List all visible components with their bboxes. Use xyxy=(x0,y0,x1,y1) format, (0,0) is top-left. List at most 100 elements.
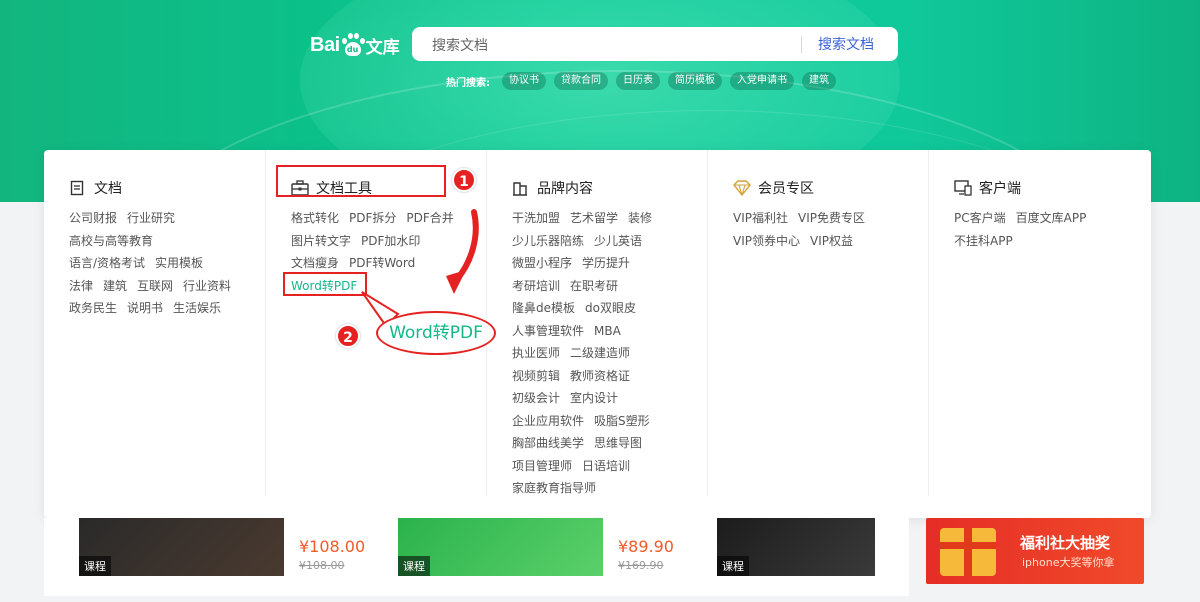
diamond-icon xyxy=(733,180,751,197)
menu-link[interactable]: 教师资格证 xyxy=(570,369,630,383)
menu-link[interactable]: VIP福利社 xyxy=(733,211,788,225)
column-title: 客户端 xyxy=(979,181,1021,197)
menu-link[interactable]: 文档瘦身 xyxy=(291,256,339,270)
menu-link[interactable]: 行业资料 xyxy=(183,279,231,293)
column-header[interactable]: 会员专区 xyxy=(733,178,814,198)
course-tag: 课程 xyxy=(398,556,430,576)
menu-link[interactable]: VIP权益 xyxy=(810,234,853,248)
course-thumbnail[interactable]: 课程 xyxy=(717,518,875,576)
menu-link[interactable]: 项目管理师 xyxy=(512,459,572,473)
menu-link[interactable]: 思维导图 xyxy=(594,436,642,450)
category-dropdown-menu: 文档 公司财报 行业研究 高校与高等教育 语言/资格考试 实用模板 法律 建筑 互联网行… xyxy=(44,150,1151,518)
menu-link[interactable]: PC客户端 xyxy=(954,211,1006,225)
column-header[interactable]: 客户端 xyxy=(954,178,1021,198)
logo-wenku: 文库 xyxy=(365,37,400,58)
course-price: ¥108.00 xyxy=(299,537,366,556)
menu-link[interactable]: 行业研究 xyxy=(127,211,175,225)
hot-search-chip[interactable]: 贷款合同 xyxy=(554,72,608,90)
promo-title: 福利社大抽奖 xyxy=(1020,534,1111,552)
menu-column-client: 客户端 PC客户端 百度文库APP 不挂科APP xyxy=(928,150,1150,496)
hot-searches-label: 热门搜索: xyxy=(446,77,490,89)
link-list: 公司财报 行业研究 高校与高等教育 语言/资格考试 实用模板 法律 建筑 互联网 行业资料… xyxy=(69,207,241,320)
menu-link[interactable]: 企业应用软件 xyxy=(512,414,584,428)
menu-link[interactable]: 微盟小程序 xyxy=(512,256,572,270)
hot-search-chip[interactable]: 简历模板 xyxy=(668,72,722,90)
menu-link[interactable]: PDF拆分 xyxy=(349,211,396,225)
promo-subtitle: iphone大奖等你拿 xyxy=(1022,556,1115,569)
menu-link[interactable]: 政务民生 xyxy=(69,301,117,315)
menu-link[interactable]: 胸部曲线美学 xyxy=(512,436,584,450)
menu-link[interactable]: 公司财报 xyxy=(69,211,117,225)
annotation-highlight-box xyxy=(283,272,367,296)
course-tag: 课程 xyxy=(79,556,111,576)
menu-link[interactable]: 语言/资格考试 xyxy=(69,256,145,270)
menu-link[interactable]: 初级会计 xyxy=(512,391,560,405)
menu-link[interactable]: 实用模板 xyxy=(155,256,203,270)
menu-column-docs: 文档 公司财报 行业研究 高校与高等教育 语言/资格考试 实用模板 法律 建筑 互联网行… xyxy=(44,150,266,496)
menu-link[interactable]: 法律 xyxy=(69,279,93,293)
hot-search-chip[interactable]: 协议书 xyxy=(502,72,546,90)
menu-link[interactable]: 隆鼻de模板 xyxy=(512,301,575,315)
menu-link[interactable]: 生活娱乐 xyxy=(173,301,221,315)
lottery-promo-banner[interactable]: 福利社大抽奖 iphone大奖等你拿 xyxy=(926,518,1144,584)
annotation-step-badge: 2 xyxy=(336,324,360,348)
search-button[interactable]: 搜索文档 xyxy=(818,34,874,54)
menu-link[interactable]: 百度文库APP xyxy=(1016,211,1087,225)
course-price: ¥89.90 xyxy=(618,537,674,556)
baidu-wenku-logo[interactable]: Bai du 文库 xyxy=(310,30,400,60)
menu-link[interactable]: 高校与高等教育 xyxy=(69,234,153,248)
menu-link[interactable]: 视频剪辑 xyxy=(512,369,560,383)
menu-link[interactable]: 说明书 xyxy=(127,301,163,315)
course-original-price: ¥169.90 xyxy=(618,559,664,572)
menu-link[interactable]: 互联网 xyxy=(137,279,173,293)
menu-link[interactable]: 人事管理软件 xyxy=(512,324,584,338)
document-icon xyxy=(69,180,85,196)
search-input[interactable]: 搜索文档 xyxy=(432,35,488,55)
course-tag: 课程 xyxy=(717,556,749,576)
hot-search-chip[interactable]: 入党申请书 xyxy=(730,72,794,90)
menu-link[interactable]: 日语培训 xyxy=(582,459,630,473)
menu-link[interactable]: 考研培训 xyxy=(512,279,560,293)
link-list: PC客户端 百度文库APP 不挂科APP xyxy=(954,207,1096,252)
search-bar: 搜索文档 搜索文档 xyxy=(412,27,898,61)
menu-link[interactable]: VIP免费专区 xyxy=(798,211,865,225)
menu-link[interactable]: 格式转化 xyxy=(291,211,339,225)
hot-searches: 热门搜索: 协议书 贷款合同 日历表 简历模板 入党申请书 建筑 xyxy=(446,72,844,90)
menu-column-vip: 会员专区 VIP福利社 VIP免费专区 VIP领券中心 VIP权益 xyxy=(707,150,929,496)
menu-link[interactable]: VIP领券中心 xyxy=(733,234,800,248)
menu-link[interactable]: 二级建造师 xyxy=(570,346,630,360)
menu-link[interactable]: 执业医师 xyxy=(512,346,560,360)
annotation-callout-bubble: Word转PDF xyxy=(376,311,496,355)
menu-link[interactable]: 吸脂S塑形 xyxy=(594,414,650,428)
column-title: 文档 xyxy=(94,181,122,197)
link-list: VIP福利社 VIP免费专区 VIP领券中心 VIP权益 xyxy=(733,207,875,252)
course-thumbnail[interactable]: 课程 xyxy=(79,518,284,576)
search-divider xyxy=(801,36,802,53)
annotation-highlight-box xyxy=(276,165,446,197)
link-list: 干洗加盟 艺术留学 装修 少儿乐器陪练 少儿英语 微盟小程序 学历提升 考研培训 在职考研… xyxy=(512,207,662,500)
hot-search-chip[interactable]: 建筑 xyxy=(802,72,836,90)
menu-link[interactable]: PDF加水印 xyxy=(361,234,420,248)
menu-link[interactable]: MBA xyxy=(594,324,621,338)
menu-link[interactable]: 装修 xyxy=(628,211,652,225)
menu-link[interactable]: 建筑 xyxy=(103,279,127,293)
menu-link[interactable]: 少儿英语 xyxy=(594,234,642,248)
menu-link[interactable]: 室内设计 xyxy=(570,391,618,405)
column-title: 品牌内容 xyxy=(537,181,593,197)
annotation-arrow-icon xyxy=(446,209,479,294)
menu-link[interactable]: 在职考研 xyxy=(570,279,618,293)
menu-link[interactable]: 艺术留学 xyxy=(570,211,618,225)
menu-link[interactable]: do双眼皮 xyxy=(585,301,636,315)
menu-link[interactable]: 图片转文字 xyxy=(291,234,351,248)
menu-link[interactable]: 不挂科APP xyxy=(954,234,1013,248)
logo-bai: Bai xyxy=(310,33,340,56)
column-header[interactable]: 文档 xyxy=(69,178,122,198)
menu-link[interactable]: PDF转Word xyxy=(349,256,415,270)
menu-link[interactable]: 少儿乐器陪练 xyxy=(512,234,584,248)
menu-link[interactable]: 干洗加盟 xyxy=(512,211,560,225)
menu-link[interactable]: 学历提升 xyxy=(582,256,630,270)
course-thumbnail[interactable]: 课程 xyxy=(398,518,603,576)
hot-search-chip[interactable]: 日历表 xyxy=(616,72,660,90)
menu-link[interactable]: 家庭教育指导师 xyxy=(512,481,596,495)
column-header[interactable]: 品牌内容 xyxy=(512,178,593,198)
